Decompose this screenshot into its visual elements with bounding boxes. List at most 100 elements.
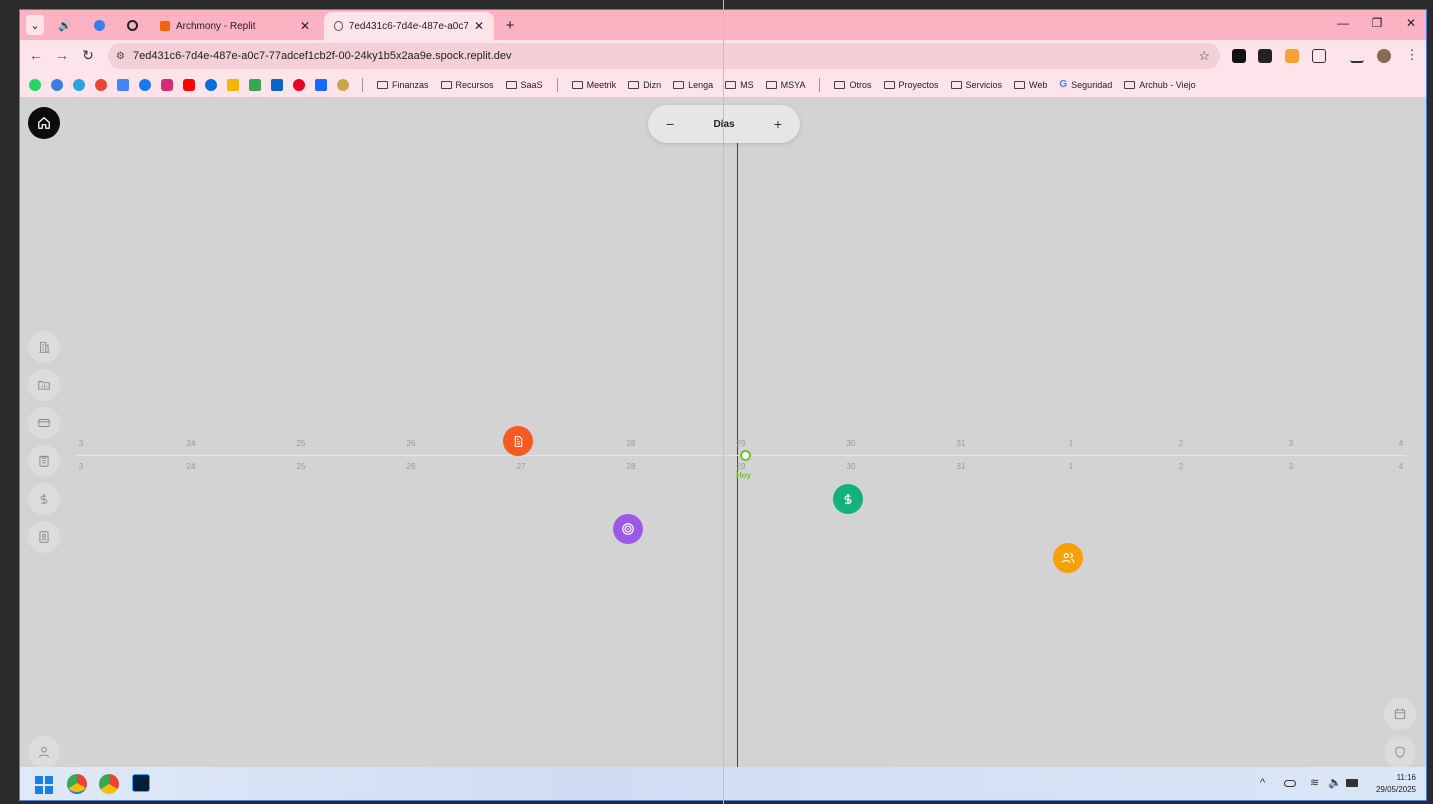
folder-icon	[1014, 80, 1026, 89]
google-icon[interactable]	[95, 78, 107, 91]
speaker-icon[interactable]: 🔊	[56, 15, 74, 35]
top-tick-label: 30	[846, 439, 856, 448]
bottom-tick-label: 24	[186, 462, 196, 471]
folder-icon	[883, 80, 895, 89]
today-marker[interactable]	[740, 450, 751, 461]
bookmark-star-icon[interactable]: ☆	[1198, 48, 1210, 64]
sidebar-tasks-button[interactable]	[28, 445, 60, 477]
tab-archmony-replit[interactable]: Archmony - Replit ✕	[150, 12, 320, 40]
url-text[interactable]: 7ed431c6-7d4e-487e-a0c7-77adcef1cb2f-00-…	[133, 50, 512, 62]
bookmark-folder-recursos[interactable]: Recursos	[440, 80, 494, 90]
bookmark-folder-archub[interactable]: Archub - Viejo	[1124, 80, 1196, 90]
bookmark-folder-lenga[interactable]: Lenga	[673, 80, 713, 90]
profile-avatar[interactable]	[1377, 49, 1391, 63]
close-icon[interactable]: ✕	[474, 19, 484, 33]
bookmark-folder-finanzas[interactable]: Finanzas	[377, 80, 429, 90]
facebook-icon[interactable]	[139, 78, 151, 91]
folder-icon	[1124, 80, 1136, 89]
extensions-puzzle-icon[interactable]	[1312, 49, 1326, 63]
close-icon[interactable]: ✕	[300, 19, 310, 33]
bookmark-folder-meetrik[interactable]: Meetrik	[571, 80, 616, 90]
tab-spock-replit[interactable]: 7ed431c6-7d4e-487e-a0c7-77a ✕	[324, 12, 494, 40]
instagram-icon[interactable]	[161, 78, 173, 91]
sidebar-contacts-button[interactable]	[28, 521, 60, 553]
bookmark-folder-ms[interactable]: MS	[725, 80, 754, 90]
sidebar-organization-button[interactable]	[28, 331, 60, 363]
minimize-icon[interactable]: —	[1328, 16, 1358, 30]
event-document[interactable]	[503, 426, 533, 456]
menu-dots-icon[interactable]: ⋮	[1402, 47, 1422, 63]
bookmark-folder-saas[interactable]: SaaS	[505, 80, 543, 90]
bookmark-seguridad[interactable]: G Seguridad	[1059, 79, 1112, 90]
bowl-icon[interactable]	[337, 78, 349, 91]
bookmark-separator	[819, 77, 821, 92]
zoom-in-button[interactable]: +	[774, 116, 782, 132]
back-icon[interactable]: ←	[26, 47, 46, 63]
whatsapp-icon[interactable]	[29, 78, 41, 91]
chrome-profile-taskbar-icon[interactable]	[99, 774, 119, 794]
security-button[interactable]	[1384, 736, 1416, 768]
wifi-icon[interactable]: ≋	[1310, 776, 1319, 789]
contact-card-icon	[39, 531, 49, 543]
bottom-tick-label: 28	[626, 462, 636, 471]
photoshop-taskbar-icon[interactable]	[132, 774, 150, 792]
site-settings-icon[interactable]: ⚙	[116, 51, 125, 62]
top-tick-label: 3	[1288, 439, 1294, 448]
calendar-button[interactable]	[1384, 698, 1416, 730]
google-drive-icon[interactable]	[249, 78, 261, 91]
onedrive-tray-icon[interactable]	[1284, 780, 1296, 787]
tasks-icon[interactable]	[227, 78, 239, 91]
windows-start-icon[interactable]	[35, 776, 53, 794]
bookmark-separator	[556, 77, 558, 92]
sidebar-profile-button[interactable]	[28, 736, 60, 768]
tray-chevron-icon[interactable]: ^	[1260, 777, 1265, 789]
chrome-taskbar-icon[interactable]	[67, 774, 87, 794]
calendar-icon[interactable]	[117, 78, 129, 91]
onedrive-icon[interactable]	[205, 78, 217, 91]
bookmark-folder-otros[interactable]: Otros	[834, 80, 872, 90]
behance-icon[interactable]	[315, 78, 327, 91]
volume-icon[interactable]: 🔈	[1328, 776, 1342, 789]
bookmark-folder-dizn[interactable]: Dizn	[628, 80, 661, 90]
linkedin-icon[interactable]	[271, 78, 283, 91]
media-queue-icon[interactable]	[1350, 49, 1364, 63]
tab-title: Archmony - Replit	[176, 20, 256, 32]
youtube-icon[interactable]	[183, 78, 195, 91]
top-tick-label: 26	[406, 439, 416, 448]
extension-sheet-icon[interactable]	[1285, 49, 1299, 63]
bookmark-folder-web[interactable]: Web	[1014, 80, 1047, 90]
home-button[interactable]	[28, 107, 60, 139]
sidebar-finance-button[interactable]	[28, 483, 60, 515]
top-tick-label: 2	[1178, 439, 1184, 448]
bookmark-folder-servicios[interactable]: Servicios	[950, 80, 1002, 90]
bookmark-folder-proyectos[interactable]: Proyectos	[883, 80, 939, 90]
openai-tab-icon[interactable]	[123, 15, 141, 35]
event-meeting[interactable]	[1053, 543, 1083, 573]
check-tab-icon[interactable]	[90, 15, 108, 35]
telegram-icon[interactable]	[73, 78, 85, 91]
battery-icon[interactable]	[1346, 779, 1358, 787]
zoom-control: − Días +	[648, 105, 800, 143]
reload-icon[interactable]: ↻	[78, 47, 98, 64]
event-payment[interactable]	[833, 484, 863, 514]
taskbar-clock[interactable]: 11:16 29/05/2025	[1376, 772, 1416, 796]
event-goal[interactable]	[613, 514, 643, 544]
folder-icon	[440, 80, 452, 89]
address-bar[interactable]: ⚙ 7ed431c6-7d4e-487e-a0c7-77adcef1cb2f-0…	[108, 43, 1220, 69]
users-icon	[1061, 553, 1075, 563]
dollar-icon	[40, 493, 48, 505]
top-tick-label: 31	[956, 439, 966, 448]
new-tab-button[interactable]: +	[500, 15, 520, 35]
extension-font-icon[interactable]	[1258, 49, 1272, 63]
window-close-icon[interactable]: ✕	[1396, 16, 1426, 30]
extension-pen-icon[interactable]	[1232, 49, 1246, 63]
check-icon[interactable]	[51, 78, 63, 91]
sidebar-projects-button[interactable]	[28, 369, 60, 401]
sidebar-payments-button[interactable]	[28, 407, 60, 439]
pinterest-icon[interactable]	[293, 78, 305, 91]
bookmark-folder-msya[interactable]: MSYA	[765, 80, 805, 90]
zoom-out-button[interactable]: −	[666, 116, 674, 132]
forward-icon[interactable]: →	[52, 47, 72, 63]
restore-icon[interactable]: ❐	[1362, 16, 1392, 30]
tab-search-button[interactable]: ⌄	[26, 15, 44, 35]
